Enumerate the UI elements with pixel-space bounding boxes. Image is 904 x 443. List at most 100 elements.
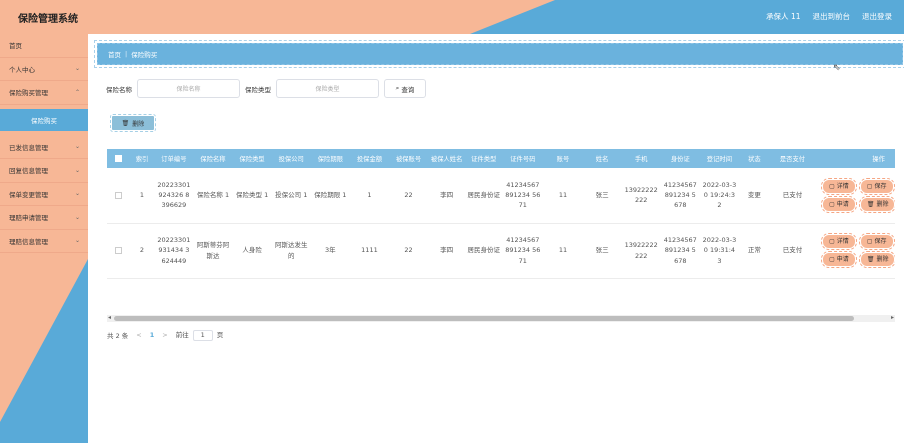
row-checkbox[interactable] bbox=[114, 246, 122, 254]
chevron-down-icon: ⌄ bbox=[74, 190, 80, 198]
cell-account: 11 bbox=[543, 168, 583, 224]
back-to-front-link[interactable]: 退出到前台 bbox=[813, 11, 851, 22]
chevron-down-icon: ⌄ bbox=[74, 166, 80, 174]
apply-icon: ▢ bbox=[829, 255, 835, 263]
cell-phone: 13922222222 bbox=[621, 168, 661, 224]
prev-page-button[interactable]: < bbox=[136, 331, 141, 339]
apply-button[interactable]: ▢ 申请 bbox=[821, 195, 857, 213]
column-header: 登记时间 bbox=[706, 156, 732, 163]
column-header: 投保公司 bbox=[278, 156, 304, 163]
column-header: 证件号码 bbox=[510, 156, 536, 163]
sidebar-subitem-purchase[interactable]: 保险购买 bbox=[0, 108, 88, 131]
cell-name: 阿斯蒂芬阿斯达 bbox=[193, 223, 233, 279]
cell-insured-account: 22 bbox=[389, 223, 429, 279]
save-button[interactable]: ▢ 保存 bbox=[858, 233, 895, 250]
chevron-down-icon: ⌄ bbox=[74, 213, 80, 221]
save-button[interactable]: ▢ 保存 bbox=[858, 177, 895, 195]
cell-reg-time: 2022-03-30 19:24:32 bbox=[699, 168, 739, 224]
cell-id-type: 居民身份证 bbox=[465, 168, 503, 224]
scrollbar-thumb[interactable] bbox=[114, 316, 854, 321]
goto-page-input[interactable]: 1 bbox=[192, 329, 213, 341]
sidebar-item-label: 保单变更管理 bbox=[9, 190, 48, 199]
delete-button-label: 删除 bbox=[132, 120, 145, 128]
sidebar-item-label: 个人中心 bbox=[9, 65, 35, 74]
column-header: 手机 bbox=[634, 156, 648, 163]
next-page-button[interactable]: > bbox=[162, 331, 167, 339]
detail-button[interactable]: ▢ 详情 bbox=[821, 233, 857, 250]
detail-icon: ▢ bbox=[829, 182, 835, 190]
apply-button[interactable]: ▢ 申请 bbox=[821, 251, 857, 268]
column-header: 保险类型 bbox=[239, 156, 265, 163]
sidebar-item-claim-info[interactable]: 理赔信息管理 ⌄ bbox=[0, 230, 88, 253]
cell-insured-name: 李四 bbox=[428, 168, 466, 224]
sidebar-item-sent-info[interactable]: 已发信息管理 ⌄ bbox=[0, 136, 88, 159]
detail-button[interactable]: ▢ 详情 bbox=[821, 177, 857, 195]
cell-order-no: 20223301924326 8396629 bbox=[154, 168, 194, 224]
sidebar-item-label: 理赔申请管理 bbox=[9, 214, 48, 223]
goto-label: 前往 bbox=[175, 331, 189, 339]
apply-icon: ▢ bbox=[829, 200, 835, 208]
column-header: 保险名称 bbox=[200, 156, 226, 163]
query-button[interactable]: ⌕ 查询 bbox=[384, 79, 426, 98]
cell-status: 变更 bbox=[738, 168, 770, 224]
cell-actions: ▢ 详情 ▢ 保存 ▢ 申请 🗑 删除 bbox=[815, 168, 895, 224]
batch-delete-button[interactable]: 🗑 删除 bbox=[110, 114, 156, 132]
column-header: 投保金额 bbox=[356, 156, 383, 163]
sidebar-item-reply-info[interactable]: 回复信息管理 ⌄ bbox=[0, 159, 88, 183]
cell-amount: 1111 bbox=[349, 223, 389, 279]
chevron-down-icon: ⌄ bbox=[74, 65, 80, 73]
save-label: 保存 bbox=[874, 237, 887, 245]
row-checkbox[interactable] bbox=[114, 191, 122, 199]
cell-phone: 13922222222 bbox=[621, 223, 661, 279]
insurance-name-input[interactable]: 保险名称 bbox=[137, 79, 240, 98]
logout-link[interactable]: 退出登录 bbox=[862, 11, 892, 22]
cell-status: 正常 bbox=[738, 223, 770, 279]
mouse-cursor-icon: ⇖ bbox=[833, 63, 841, 73]
pagination: 共 2 条 < 1 > 前往 1 页 bbox=[107, 329, 223, 341]
sidebar-item-claim-apply[interactable]: 理赔申请管理 ⌄ bbox=[0, 206, 88, 230]
delete-label: 删除 bbox=[876, 200, 889, 208]
current-page-number[interactable]: 1 bbox=[150, 331, 155, 339]
breadcrumb-current: 保险购买 bbox=[131, 51, 158, 59]
row-delete-button[interactable]: 🗑 删除 bbox=[858, 251, 895, 268]
select-all-checkbox[interactable] bbox=[114, 154, 122, 162]
scroll-right-icon[interactable]: ▸ bbox=[891, 314, 894, 321]
column-header: 保险期限 bbox=[317, 156, 343, 163]
row-delete-button[interactable]: 🗑 删除 bbox=[858, 195, 895, 213]
select-all-header[interactable] bbox=[107, 149, 130, 168]
chevron-down-icon: ⌄ bbox=[74, 143, 80, 151]
sidebar-item-label: 回复信息管理 bbox=[9, 167, 48, 176]
top-header: 保险管理系统 承保人 11 退出到前台 退出登录 bbox=[0, 0, 904, 34]
sidebar: 首页 个人中心 ⌄ 保险购买管理 ⌃ 保险购买 已发信息管理 ⌄ 回复信息管理 … bbox=[0, 34, 88, 443]
column-header: 被保账号 bbox=[395, 156, 422, 163]
goto-control: 前往 1 页 bbox=[175, 329, 224, 341]
breadcrumb-home[interactable]: 首页 bbox=[108, 49, 121, 59]
sidebar-item-policy-change[interactable]: 保单变更管理 ⌄ bbox=[0, 183, 88, 206]
trash-icon: 🗑 bbox=[866, 200, 875, 208]
page-unit-label: 页 bbox=[216, 331, 224, 339]
sidebar-item-home[interactable]: 首页 bbox=[0, 34, 88, 58]
search-icon: ⌕ bbox=[395, 84, 400, 92]
scroll-left-icon[interactable]: ◂ bbox=[108, 314, 111, 321]
row-select-cell[interactable] bbox=[107, 223, 130, 279]
insurance-type-input[interactable]: 保险类型 bbox=[276, 79, 379, 98]
sidebar-item-label: 已发信息管理 bbox=[9, 143, 48, 152]
cell-order-no: 20223301931434 3624449 bbox=[154, 223, 194, 279]
cell-company: 投保公司 1 bbox=[271, 168, 311, 224]
trash-icon: 🗑 bbox=[866, 255, 875, 263]
horizontal-scrollbar[interactable]: ◂ ▸ bbox=[107, 314, 895, 322]
column-header: 状态 bbox=[748, 156, 761, 163]
save-icon: ▢ bbox=[866, 182, 873, 190]
row-select-cell[interactable] bbox=[107, 168, 130, 224]
cell-period: 保险期限 1 bbox=[310, 168, 350, 224]
sidebar-item-purchase-management[interactable]: 保险购买管理 ⌃ bbox=[0, 81, 88, 105]
detail-label: 详情 bbox=[836, 182, 849, 190]
column-header: 账号 bbox=[556, 156, 570, 163]
column-header: 姓名 bbox=[595, 156, 609, 163]
sidebar-item-profile[interactable]: 个人中心 ⌄ bbox=[0, 58, 88, 81]
cell-insured-name: 李四 bbox=[428, 223, 466, 279]
column-header: 订单编号 bbox=[161, 156, 187, 163]
column-header: 索引 bbox=[135, 156, 149, 163]
trash-icon: 🗑 bbox=[121, 119, 130, 127]
apply-label: 申请 bbox=[836, 200, 849, 208]
